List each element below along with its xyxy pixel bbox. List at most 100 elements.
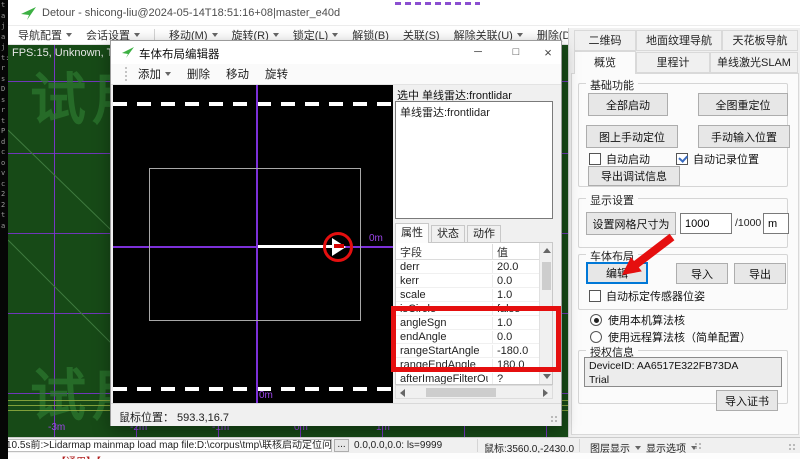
tab-qrcode[interactable]: 二维码 — [574, 30, 636, 51]
scroll-down-icon[interactable] — [543, 374, 551, 379]
status-message: 10.5s前:>Lidarmap mainmap load map file:D… — [2, 439, 332, 452]
menu-nav-config[interactable]: 导航配置 — [18, 27, 72, 43]
group-label: 显示设置 — [586, 192, 638, 208]
scrollbar-thumb[interactable] — [542, 262, 551, 290]
horizontal-scrollbar[interactable] — [395, 385, 553, 399]
window-title: Detour - shicong-liu@2024-05-14T18:51:16… — [42, 7, 340, 19]
tab-properties[interactable]: 属性 — [395, 223, 429, 243]
clipped-purple-fragment — [395, 2, 480, 5]
dialog-title: 车体布局编辑器 — [139, 46, 220, 62]
toolbar-grip — [694, 442, 702, 450]
scrollbar-thumb[interactable] — [426, 388, 496, 397]
radio-dot — [590, 331, 602, 343]
table-row[interactable]: kerr0.0 — [396, 274, 540, 288]
start-all-button[interactable]: 全部启动 — [588, 93, 668, 116]
annotation-rect — [391, 306, 561, 372]
status-more-button[interactable]: ... — [334, 439, 349, 452]
radio-remote-algorithm-core[interactable]: 使用远程算法核（简单配置） — [590, 329, 751, 345]
group-label: 基础功能 — [586, 77, 638, 93]
tab-ceiling-nav[interactable]: 天花板导航 — [722, 30, 798, 51]
tab-status[interactable]: 状态 — [431, 225, 465, 243]
dropdown-arrow-icon — [66, 33, 72, 37]
background-window-bottom-sliver: 【通用】【 — [8, 453, 800, 459]
statusbar-divider — [579, 439, 580, 452]
import-certificate-button[interactable]: 导入证书 — [716, 390, 778, 411]
dashed-boundary-top — [113, 102, 393, 106]
grid-divisor-label: /1000 — [735, 217, 761, 229]
column-header-value: 值 — [492, 244, 538, 260]
app-logo-icon — [121, 46, 135, 59]
tab-odometer[interactable]: 里程计 — [636, 52, 710, 73]
export-debug-info-button[interactable]: 导出调试信息 — [588, 166, 680, 186]
manual-locate-on-map-button[interactable]: 图上手动定位 — [586, 125, 678, 148]
background-window-sliver: tajajt:rsDsrtPdcovc22ta — [0, 0, 8, 459]
resize-grip[interactable] — [788, 443, 796, 451]
app-logo-icon — [20, 6, 37, 21]
dialog-statusbar: 鼠标位置： 593.3,16.7 — [111, 403, 561, 426]
axis-label: 0m — [369, 233, 383, 244]
table-row[interactable]: afterImageFilterOutN? — [396, 372, 540, 385]
pose-readout: 0.0,0.0,0.0: ls=9999 — [354, 440, 442, 451]
layout-canvas[interactable]: 0m 0m — [113, 85, 393, 403]
axis-label: -3m — [48, 422, 65, 433]
dialog-toolbar: 添加 删除 移动 旋转 — [111, 64, 561, 85]
heading-arrow — [258, 245, 332, 248]
axis-label: 0m — [259, 390, 273, 401]
table-row[interactable]: derr20.0 — [396, 260, 540, 274]
move-button[interactable]: 移动 — [226, 66, 249, 82]
dropdown-arrow-icon — [212, 33, 218, 37]
scroll-left-icon[interactable] — [400, 389, 405, 397]
checkbox-auto-record-position[interactable]: 自动记录位置 — [676, 151, 759, 167]
dialog-titlebar[interactable]: 车体布局编辑器 ─ □ × — [111, 41, 561, 64]
manual-input-position-button[interactable]: 手动输入位置 — [698, 125, 790, 148]
dropdown-arrow-icon — [165, 72, 171, 76]
radio-local-algorithm-core[interactable]: 使用本机算法核 — [590, 312, 685, 328]
dropdown-arrow-icon — [517, 33, 523, 37]
set-grid-size-button[interactable]: 设置网格尺寸为 — [586, 212, 676, 235]
device-id-line: DeviceID: AA6517E322FB73DA — [589, 359, 777, 373]
dashed-boundary-bottom — [113, 387, 393, 391]
checkbox-box-checked — [676, 153, 688, 165]
clipped-text-fragment: 【通用】【 — [56, 453, 101, 459]
scroll-right-icon[interactable] — [543, 389, 548, 397]
app-root: Detour - shicong-liu@2024-05-14T18:51:16… — [0, 0, 800, 459]
grid-size-input[interactable] — [680, 213, 732, 234]
close-button[interactable]: × — [535, 41, 561, 64]
dropdown-arrow-icon — [273, 33, 279, 37]
dropdown-arrow-icon — [134, 33, 140, 37]
checkbox-auto-calibrate-sensor-pose[interactable]: 自动标定传感器位姿 — [589, 288, 705, 304]
table-header: 字段 值 — [396, 243, 540, 260]
delete-button[interactable]: 删除 — [187, 66, 210, 82]
table-row[interactable]: scale1.0 — [396, 288, 540, 302]
mouse-position-label: 鼠标位置： 593.3,16.7 — [119, 409, 229, 425]
export-layout-button[interactable]: 导出 — [734, 263, 786, 284]
rotate-button[interactable]: 旋转 — [265, 66, 288, 82]
scroll-up-icon[interactable] — [543, 248, 551, 253]
tab-actions[interactable]: 动作 — [467, 225, 501, 243]
annotation-arrow — [612, 233, 676, 279]
column-header-field: 字段 — [400, 244, 488, 260]
statusbar-divider — [477, 439, 478, 452]
import-layout-button[interactable]: 导入 — [676, 263, 728, 284]
radio-dot-selected — [590, 314, 602, 326]
annotation-circle — [323, 232, 353, 262]
license-type-line: Trial — [589, 373, 777, 387]
minimize-button[interactable]: ─ — [463, 41, 493, 64]
status-bar: 10.5s前:>Lidarmap mainmap load map file:D… — [0, 437, 800, 453]
tab-ground-texture-nav[interactable]: 地面纹理导航 — [636, 30, 722, 51]
grid-unit-input[interactable] — [763, 213, 789, 234]
add-button[interactable]: 添加 — [138, 66, 171, 82]
sensor-listbox[interactable]: 单线雷达:frontlidar — [395, 101, 553, 219]
checkbox-auto-start[interactable]: 自动启动 — [589, 151, 650, 167]
resize-grip[interactable] — [550, 415, 558, 423]
global-relocate-button[interactable]: 全图重定位 — [698, 93, 788, 116]
toolbar-grip — [125, 67, 128, 81]
maximize-button[interactable]: □ — [501, 41, 531, 64]
list-item[interactable]: 单线雷达:frontlidar — [400, 104, 548, 120]
device-id-box: DeviceID: AA6517E322FB73DA Trial — [584, 357, 782, 387]
tab-single-laser-slam[interactable]: 单线激光SLAM — [710, 52, 798, 73]
checkbox-box — [589, 290, 601, 302]
dropdown-arrow-icon — [332, 33, 338, 37]
tab-overview[interactable]: 概览 — [574, 51, 636, 74]
dropdown-arrow-icon — [635, 446, 641, 450]
